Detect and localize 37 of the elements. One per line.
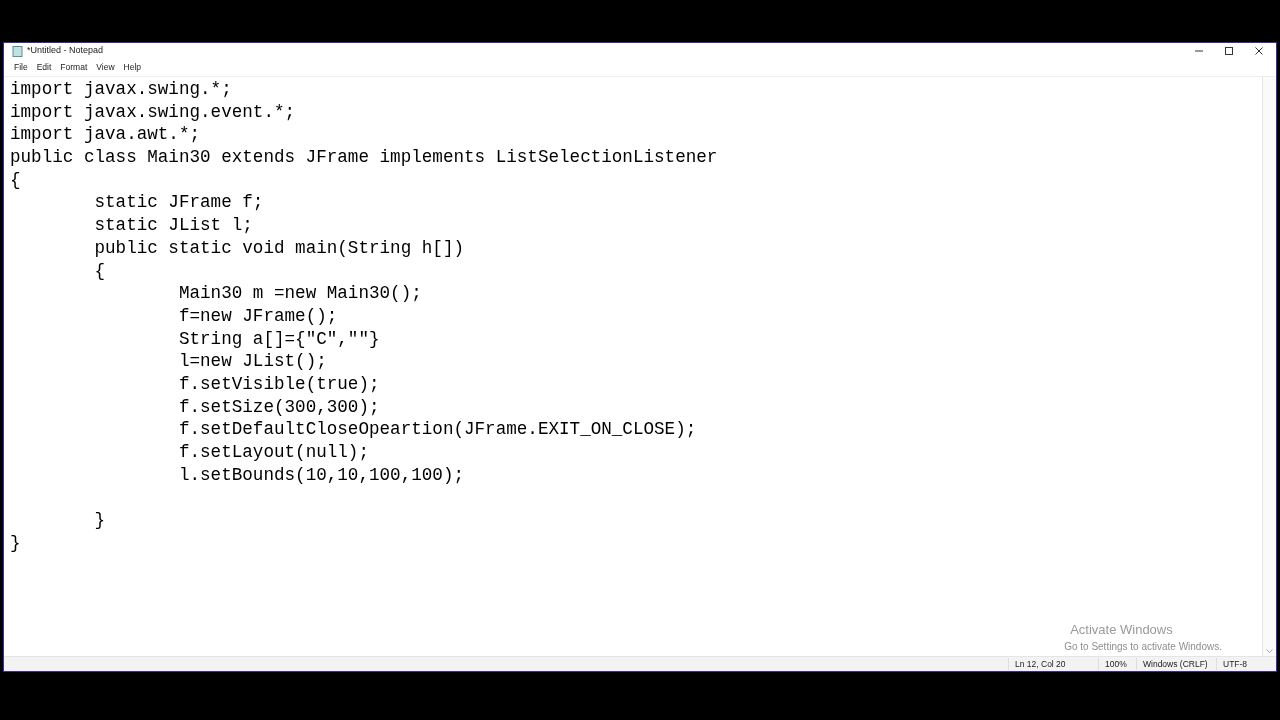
- code-line: f.setDefaultCloseOpeartion(JFrame.EXIT_ON_CLOSE);: [177, 419, 697, 440]
- code-line: {: [10, 169, 21, 190]
- close-icon[interactable]: [1254, 46, 1264, 56]
- menu-item[interactable]: View: [92, 61, 119, 74]
- status-item: Ln 12, Col 20: [1008, 657, 1098, 671]
- code-line: l=new JList();: [177, 351, 327, 372]
- menu-item[interactable]: Help: [119, 61, 146, 74]
- code-line: f=new JFrame();: [177, 305, 338, 326]
- code-line: {: [93, 260, 106, 281]
- activation-title: Activate Windows: [1070, 620, 1173, 639]
- scrollbar[interactable]: [1262, 77, 1276, 656]
- activation-hint: Go to Settings to activate Windows.: [1064, 640, 1222, 654]
- code-line: import javax.swing.event.*;: [10, 101, 296, 122]
- menu-item[interactable]: Format: [56, 61, 92, 74]
- code-line: static JFrame f;: [93, 192, 264, 213]
- notepad-icon: [12, 45, 23, 57]
- code-line: Main30 m =new Main30();: [177, 283, 422, 304]
- code-line: import javax.swing.*;: [10, 79, 232, 99]
- code-line: public static void main(String h[]): [93, 237, 464, 258]
- code-line: f.setVisible(true);: [177, 373, 380, 394]
- window-title: *Untitled - Notepad: [27, 44, 104, 58]
- menu-item[interactable]: File: [10, 61, 32, 74]
- code-line: public class Main30 extends JFrame implements ListSelectionListener: [10, 147, 718, 168]
- scroll-down-icon[interactable]: [1266, 649, 1273, 654]
- maximize-icon[interactable]: [1224, 46, 1234, 56]
- status-item: 100%: [1098, 657, 1136, 671]
- code-line: }: [10, 532, 21, 553]
- code-line: String a[]={"C",""}: [177, 328, 380, 349]
- menu-item[interactable]: Edit: [32, 61, 56, 74]
- code-line: l.setBounds(10,10,100,100);: [177, 464, 464, 485]
- code-line: import java.awt.*;: [10, 124, 201, 145]
- code-line: f.setLayout(null);: [177, 442, 369, 462]
- code-line: }: [93, 510, 106, 531]
- code-line: f.setSize(300,300);: [177, 396, 380, 417]
- status-item: UTF-8: [1216, 657, 1276, 671]
- code-line: static JList l;: [93, 215, 253, 236]
- status-item: Windows (CRLF): [1136, 657, 1216, 671]
